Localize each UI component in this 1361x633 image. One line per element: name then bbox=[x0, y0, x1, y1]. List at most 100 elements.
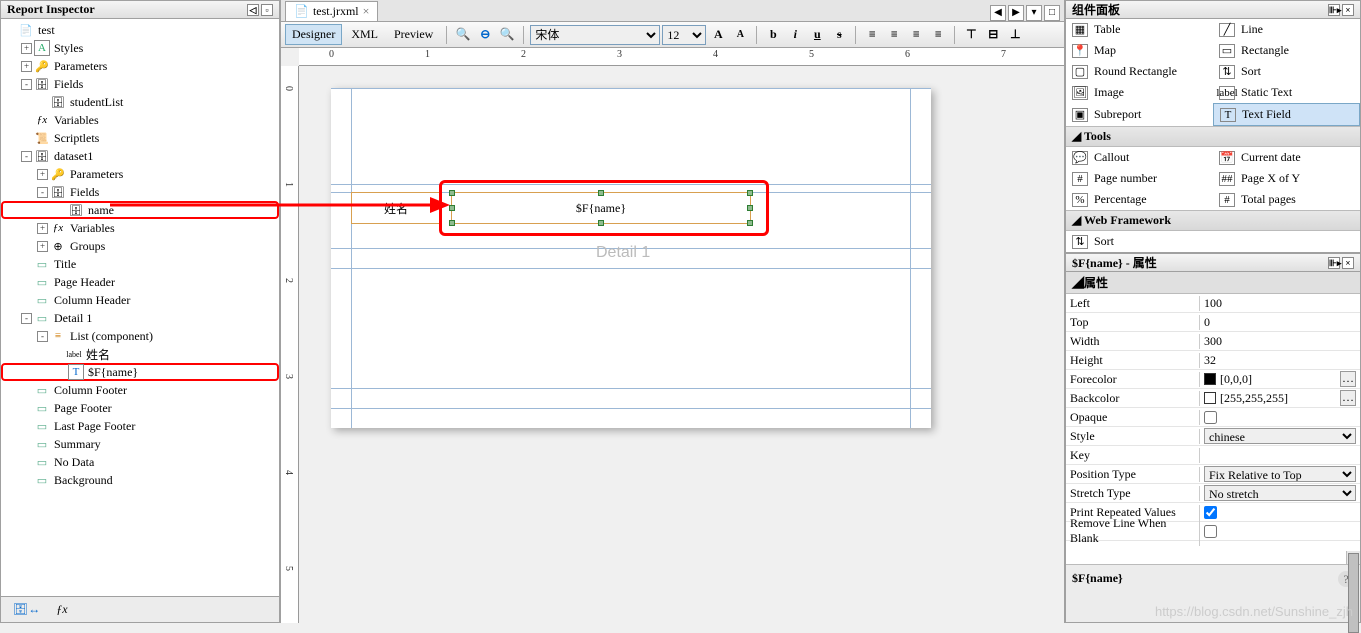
node-colheader[interactable]: ▭Column Header bbox=[1, 291, 279, 309]
node-parameters[interactable]: +🔑Parameters bbox=[1, 57, 279, 75]
prop-value[interactable]: Fix Relative to Top bbox=[1200, 466, 1360, 482]
valign-middle-icon[interactable]: ⊟ bbox=[983, 25, 1003, 45]
prop-value[interactable]: [255,255,255]… bbox=[1200, 390, 1360, 406]
minimize-icon[interactable]: ◁ bbox=[247, 4, 259, 16]
prop-select[interactable]: Fix Relative to Top bbox=[1204, 466, 1356, 482]
prop-select[interactable]: No stretch bbox=[1204, 485, 1356, 501]
pal-table[interactable]: ▦Table bbox=[1066, 19, 1213, 40]
expand-icon[interactable]: - bbox=[37, 187, 48, 198]
prop-value[interactable] bbox=[1200, 506, 1360, 519]
underline-icon[interactable]: u bbox=[807, 25, 827, 45]
valign-top-icon[interactable]: ⊤ bbox=[961, 25, 981, 45]
align-center-icon[interactable]: ≡ bbox=[884, 25, 904, 45]
pal-map[interactable]: 📍Map bbox=[1066, 40, 1213, 61]
prop-value[interactable]: No stretch bbox=[1200, 485, 1360, 501]
prop-checkbox[interactable] bbox=[1204, 411, 1217, 424]
pal-textfield[interactable]: TText Field bbox=[1213, 103, 1360, 126]
expand-icon[interactable]: + bbox=[37, 169, 48, 180]
prop-style[interactable]: Stylechinese bbox=[1066, 427, 1360, 446]
color-picker-button[interactable]: … bbox=[1340, 390, 1356, 406]
node-summary[interactable]: ▭Summary bbox=[1, 435, 279, 453]
pal-pagexofy[interactable]: ##Page X of Y bbox=[1213, 168, 1360, 189]
expand-icon[interactable]: + bbox=[37, 223, 48, 234]
mode-designer[interactable]: Designer bbox=[285, 24, 342, 45]
align-right-icon[interactable]: ≡ bbox=[906, 25, 926, 45]
expand-icon[interactable]: + bbox=[21, 61, 32, 72]
prop-value[interactable] bbox=[1200, 525, 1360, 538]
expand-icon[interactable]: - bbox=[21, 151, 32, 162]
font-inc-icon[interactable]: A bbox=[708, 25, 728, 45]
node-ds-name[interactable]: 🗄name bbox=[1, 201, 279, 219]
report-page[interactable]: 姓名 $F{name} Detail 1 bbox=[331, 88, 931, 428]
prop-forecolor[interactable]: Forecolor[0,0,0]… bbox=[1066, 370, 1360, 389]
close-icon[interactable]: ▫ bbox=[261, 4, 273, 16]
prop-checkbox[interactable] bbox=[1204, 506, 1217, 519]
pal-sort[interactable]: ⇅Sort bbox=[1213, 61, 1360, 82]
prop-value[interactable] bbox=[1200, 411, 1360, 424]
pal-statictext[interactable]: labelStatic Text bbox=[1213, 82, 1360, 103]
prop-select[interactable]: chinese bbox=[1204, 428, 1356, 444]
element-text-field[interactable]: $F{name} bbox=[451, 192, 751, 224]
pal-currentdate[interactable]: 📅Current date bbox=[1213, 147, 1360, 168]
pal-callout[interactable]: 💬Callout bbox=[1066, 147, 1213, 168]
prop-width[interactable]: Width300 bbox=[1066, 332, 1360, 351]
palette-pin-icon[interactable]: ⊪▸ bbox=[1328, 4, 1340, 16]
prop-stretch-type[interactable]: Stretch TypeNo stretch bbox=[1066, 484, 1360, 503]
node-styles[interactable]: +AStyles bbox=[1, 39, 279, 57]
props-pin-icon[interactable]: ⊪▸ bbox=[1328, 257, 1340, 269]
pal-totalpages[interactable]: #Total pages bbox=[1213, 189, 1360, 210]
prop-remove-line-when-blank[interactable]: Remove Line When Blank bbox=[1066, 522, 1360, 541]
footer-db-icon[interactable]: 🗄↔ bbox=[13, 602, 40, 617]
prop-backcolor[interactable]: Backcolor[255,255,255]… bbox=[1066, 389, 1360, 408]
tab-close-icon[interactable]: × bbox=[363, 4, 370, 19]
prop-value[interactable]: chinese bbox=[1200, 428, 1360, 444]
node-nodata[interactable]: ▭No Data bbox=[1, 453, 279, 471]
element-static-text[interactable]: 姓名 bbox=[351, 192, 441, 224]
tab-maximize-icon[interactable]: □ bbox=[1044, 5, 1060, 21]
node-colfooter[interactable]: ▭Column Footer bbox=[1, 381, 279, 399]
prop-value[interactable]: 32 bbox=[1200, 353, 1360, 368]
pal-wf-sort[interactable]: ⇅Sort bbox=[1066, 231, 1213, 252]
expand-icon[interactable]: - bbox=[21, 79, 32, 90]
properties-table[interactable]: Left100Top0Width300Height32Forecolor[0,0… bbox=[1066, 294, 1360, 564]
tab-list-icon[interactable]: ▾ bbox=[1026, 5, 1042, 21]
prop-height[interactable]: Height32 bbox=[1066, 351, 1360, 370]
tab-nav-next[interactable]: ▶ bbox=[1008, 5, 1024, 21]
node-variables[interactable]: ƒxVariables bbox=[1, 111, 279, 129]
node-ds-groups[interactable]: +⊕Groups bbox=[1, 237, 279, 255]
node-title[interactable]: ▭Title bbox=[1, 255, 279, 273]
zoom-out-icon[interactable]: ⊖ bbox=[475, 25, 495, 45]
zoom-fit-icon[interactable]: 🔍 bbox=[497, 25, 517, 45]
pal-line[interactable]: ╱Line bbox=[1213, 19, 1360, 40]
node-list[interactable]: -≡List (component) bbox=[1, 327, 279, 345]
prop-key[interactable]: Key bbox=[1066, 446, 1360, 465]
expand-icon[interactable]: - bbox=[21, 313, 32, 324]
valign-bottom-icon[interactable]: ⊥ bbox=[1005, 25, 1025, 45]
mode-preview[interactable]: Preview bbox=[387, 24, 440, 45]
prop-checkbox[interactable] bbox=[1204, 525, 1217, 538]
expand-icon[interactable]: - bbox=[37, 331, 48, 342]
node-ds-fields[interactable]: -🗄Fields bbox=[1, 183, 279, 201]
props-close-icon[interactable]: × bbox=[1342, 257, 1354, 269]
expand-icon[interactable]: + bbox=[21, 43, 32, 54]
node-scriptlets[interactable]: 📜Scriptlets bbox=[1, 129, 279, 147]
node-fields[interactable]: -🗄Fields bbox=[1, 75, 279, 93]
node-dataset1[interactable]: -🗄dataset1 bbox=[1, 147, 279, 165]
pal-subreport[interactable]: ▣Subreport bbox=[1066, 103, 1213, 126]
prop-value[interactable]: 100 bbox=[1200, 296, 1360, 311]
node-background[interactable]: ▭Background bbox=[1, 471, 279, 489]
align-justify-icon[interactable]: ≡ bbox=[928, 25, 948, 45]
node-detail1[interactable]: -▭Detail 1 bbox=[1, 309, 279, 327]
prop-opaque[interactable]: Opaque bbox=[1066, 408, 1360, 427]
italic-icon[interactable]: i bbox=[785, 25, 805, 45]
pal-image[interactable]: 🖼Image bbox=[1066, 82, 1213, 103]
pal-percentage[interactable]: %Percentage bbox=[1066, 189, 1213, 210]
pal-rectangle[interactable]: ▭Rectangle bbox=[1213, 40, 1360, 61]
color-picker-button[interactable]: … bbox=[1340, 371, 1356, 387]
node-label-name[interactable]: label姓名 bbox=[1, 345, 279, 363]
strike-icon[interactable]: s bbox=[829, 25, 849, 45]
node-studentlist[interactable]: 🗄studentList bbox=[1, 93, 279, 111]
expand-icon[interactable]: + bbox=[37, 241, 48, 252]
prop-value[interactable]: 0 bbox=[1200, 315, 1360, 330]
node-pageheader[interactable]: ▭Page Header bbox=[1, 273, 279, 291]
